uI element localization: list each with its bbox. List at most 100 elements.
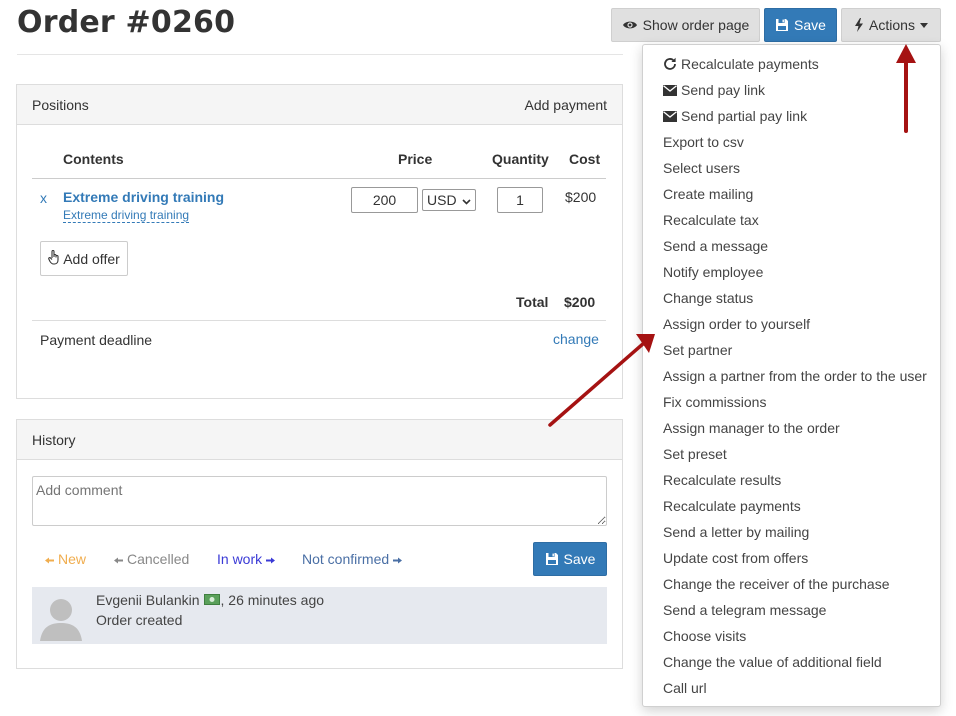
column-header-quantity: Quantity [492,151,549,167]
menu-item-label: Send partial pay link [681,108,808,124]
payment-deadline-label: Payment deadline [40,332,153,348]
menu-item-label: Choose visits [663,628,747,644]
status-new-label: New [58,551,87,567]
menu-item-label: Send a telegram message [663,602,827,618]
add-payment-link[interactable]: Add payment [525,97,608,113]
menu-item[interactable]: Change status [663,287,753,309]
status-cancelled-label: Cancelled [127,551,190,567]
menu-item-label: Call url [663,680,707,696]
column-header-cost: Cost [569,151,601,167]
actions-label: Actions [869,17,915,33]
menu-item-label: Select users [663,160,741,176]
show-order-page-label: Show order page [642,17,750,33]
hand-pointer-icon [48,249,60,268]
menu-item[interactable]: Send partial pay link [663,105,807,127]
currency-value: USD [427,192,457,208]
menu-item-label: Update cost from offers [663,550,809,566]
history-heading: History [32,431,76,448]
status-not-confirmed-link[interactable]: Not confirmed [302,551,403,567]
menu-item-label: Send pay link [681,82,766,98]
menu-item[interactable]: Update cost from offers [663,547,808,569]
menu-item-label: Recalculate payments [681,56,819,72]
menu-item-label: Set partner [663,342,733,358]
menu-item[interactable]: Assign manager to the order [663,417,840,439]
show-order-page-button[interactable]: Show order page [611,8,760,42]
positions-panel-heading: Positions Add payment [17,85,622,125]
price-input[interactable]: 200 [351,187,418,213]
title-divider [17,54,623,55]
menu-item-label: Recalculate tax [663,212,759,228]
currency-select[interactable]: USD [422,189,476,211]
arrow-left-icon [45,551,54,567]
menu-item[interactable]: Set partner [663,339,732,361]
save-button-label: Save [794,17,826,33]
menu-item[interactable]: Set preset [663,443,727,465]
history-entry-author[interactable]: Evgenii Bulankin [96,592,200,608]
menu-item-label: Recalculate results [663,472,782,488]
quantity-input[interactable]: 1 [497,187,543,213]
menu-item-label: Assign order to yourself [663,316,811,332]
save-button[interactable]: Save [764,8,837,42]
save-comment-label: Save [563,551,596,567]
column-header-price: Price [398,151,433,167]
menu-item-label: Notify employee [663,264,764,280]
envelope-icon [663,84,677,96]
arrow-left-icon [114,551,123,567]
actions-dropdown-button[interactable]: Actions [841,8,941,42]
menu-item[interactable]: Change the receiver of the purchase [663,573,889,595]
total-label: Total [516,294,549,310]
menu-item[interactable]: Recalculate payments [663,495,801,517]
menu-item[interactable]: Recalculate payments [663,53,819,75]
add-offer-button[interactable]: Add offer [40,241,128,276]
menu-item[interactable]: Recalculate tax [663,209,759,231]
menu-item-label: Send a message [663,238,769,254]
history-entry-text: Order created [96,612,183,628]
remove-position-button[interactable]: x [40,190,47,206]
menu-item[interactable]: Send a telegram message [663,599,826,621]
menu-item[interactable]: Assign order to yourself [663,313,810,335]
menu-item[interactable]: Call url [663,677,707,699]
menu-item-label: Assign manager to the order [663,420,840,436]
menu-item[interactable]: Select users [663,157,740,179]
menu-item[interactable]: Notify employee [663,261,763,283]
menu-item[interactable]: Recalculate results [663,469,781,491]
floppy-disk-icon [545,552,559,566]
add-offer-label: Add offer [63,250,120,267]
menu-item[interactable]: Export to csv [663,131,744,153]
status-cancelled-link[interactable]: Cancelled [114,551,189,567]
menu-item[interactable]: Change the value of additional field [663,651,882,673]
page-title: Order #0260 [17,5,236,40]
floppy-disk-icon [775,18,789,32]
positions-panel: Positions Add payment Contents Price Qua… [16,84,623,399]
position-title-link[interactable]: Extreme driving training [63,189,224,205]
status-in-work-label: In work [217,551,263,567]
menu-item-label: Change status [663,290,754,306]
status-not-confirmed-label: Not confirmed [302,551,390,567]
menu-item[interactable]: Fix commissions [663,391,766,413]
menu-item[interactable]: Send a message [663,235,768,257]
history-panel: History New Cancelled In work Not confir… [16,419,623,669]
history-entry: Evgenii Bulankin , 26 minutes ago Order … [32,587,607,644]
status-in-work-link[interactable]: In work [217,551,276,567]
menu-item[interactable]: Choose visits [663,625,746,647]
eye-icon [622,19,638,31]
menu-item[interactable]: Create mailing [663,183,753,205]
envelope-icon [663,110,677,122]
position-subtitle-link[interactable]: Extreme driving training [63,208,190,223]
menu-item[interactable]: Send a letter by mailing [663,521,809,543]
chevron-down-icon [462,192,471,208]
comment-textarea[interactable] [32,476,607,526]
status-new-link[interactable]: New [45,551,86,567]
table-header-divider [32,178,606,179]
menu-item[interactable]: Send pay link [663,79,765,101]
menu-item-label: Set preset [663,446,727,462]
save-comment-button[interactable]: Save [533,542,607,576]
menu-item-label: Fix commissions [663,394,767,410]
column-header-contents: Contents [63,151,124,167]
history-panel-heading: History [17,420,622,460]
change-deadline-link[interactable]: change [553,331,599,347]
menu-item-label: Change the value of additional field [663,654,882,670]
arrow-right-icon [266,551,276,567]
menu-item-label: Create mailing [663,186,754,202]
menu-item[interactable]: Assign a partner from the order to the u… [663,365,927,387]
